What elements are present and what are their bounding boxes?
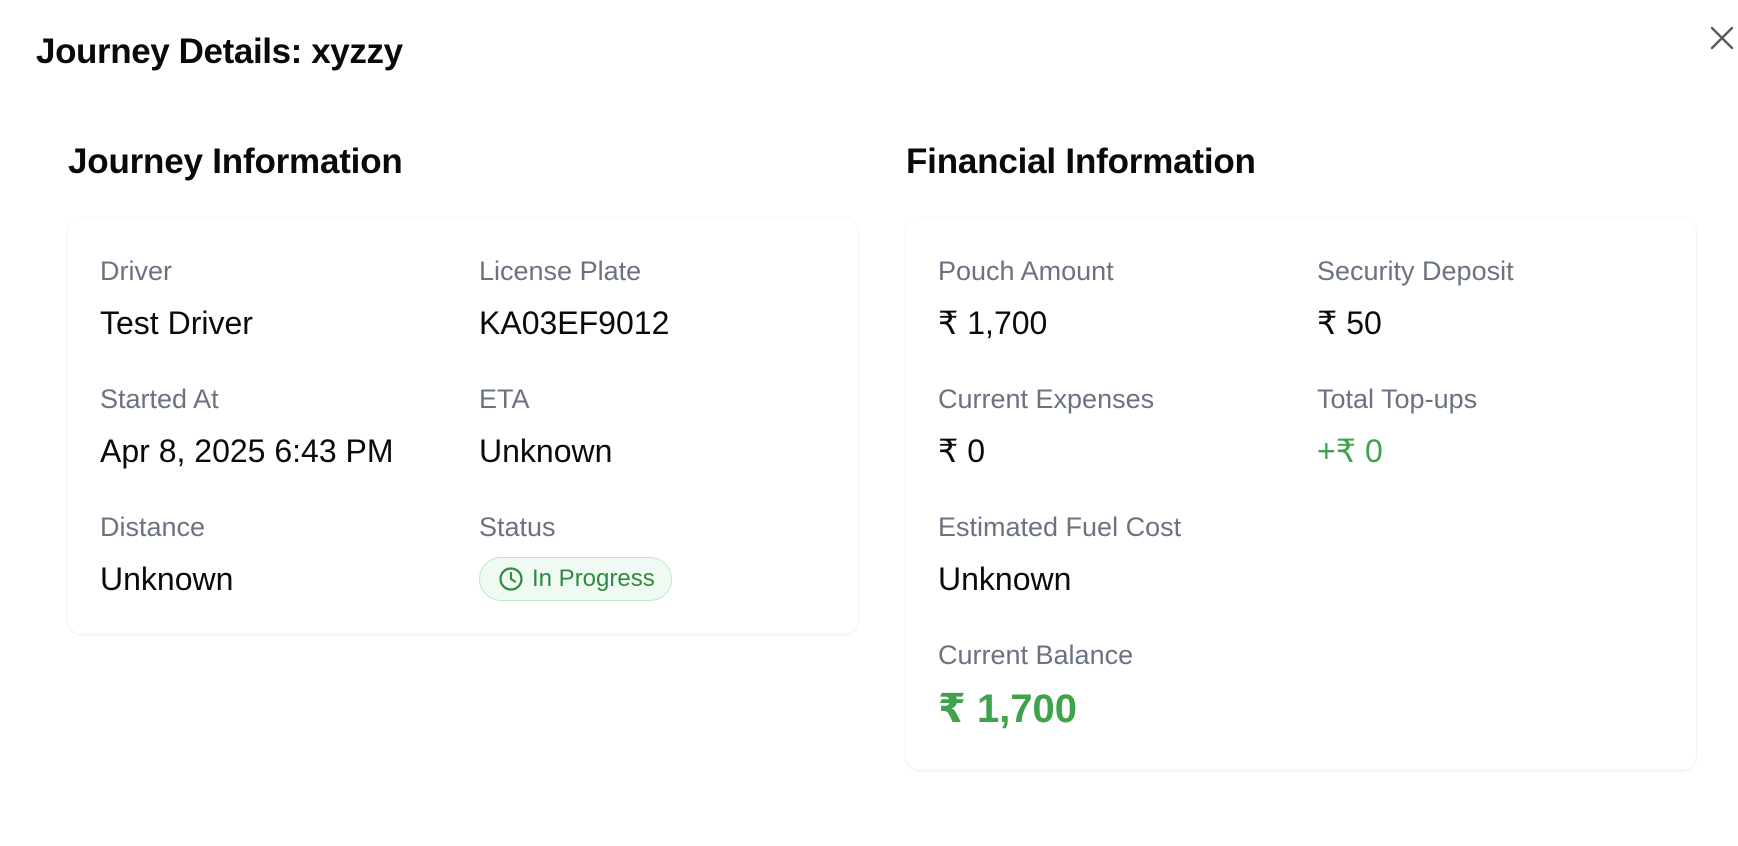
license-plate-label: License Plate: [479, 256, 642, 286]
journey-section-title: Journey Information: [68, 142, 403, 181]
dialog-title: Journey Details: xyzzy: [36, 32, 403, 71]
eta-label: ETA: [479, 384, 530, 414]
security-deposit-value: ₹ 50: [1317, 305, 1382, 341]
fuel-cost-value: Unknown: [938, 561, 1072, 597]
distance-label: Distance: [100, 512, 206, 542]
status-field: Status In Progress: [479, 514, 672, 601]
eta-field: ETA Unknown: [479, 384, 613, 469]
security-deposit-label: Security Deposit: [1317, 256, 1514, 286]
financial-info-card: Pouch Amount ₹ 1,700 Security Deposit ₹ …: [906, 218, 1696, 770]
total-topups-value: +₹ 0: [1317, 433, 1383, 469]
driver-value: Test Driver: [100, 305, 253, 341]
clock-icon: [498, 566, 524, 592]
fuel-cost-label: Estimated Fuel Cost: [938, 512, 1182, 542]
driver-label: Driver: [100, 256, 172, 286]
pouch-amount-value: ₹ 1,700: [938, 305, 1048, 341]
pouch-amount-field: Pouch Amount ₹ 1,700: [938, 256, 1114, 341]
license-plate-value: KA03EF9012: [479, 305, 670, 341]
total-topups-field: Total Top-ups +₹ 0: [1317, 384, 1478, 469]
distance-value: Unknown: [100, 561, 234, 597]
current-balance-field: Current Balance ₹ 1,700: [938, 640, 1134, 731]
finance-section-title: Financial Information: [906, 142, 1256, 181]
started-at-field: Started At Apr 8, 2025 6:43 PM: [100, 384, 394, 469]
close-button[interactable]: [1706, 22, 1738, 54]
eta-value: Unknown: [479, 433, 613, 469]
driver-field: Driver Test Driver: [100, 256, 253, 341]
current-expenses-label: Current Expenses: [938, 384, 1155, 414]
current-balance-label: Current Balance: [938, 640, 1134, 670]
distance-field: Distance Unknown: [100, 512, 234, 597]
journey-details-dialog: Journey Details: xyzzy Journey Informati…: [0, 0, 1738, 846]
license-plate-field: License Plate KA03EF9012: [479, 256, 670, 341]
journey-info-card: Driver Test Driver License Plate KA03EF9…: [68, 218, 858, 634]
current-balance-value: ₹ 1,700: [938, 687, 1078, 731]
current-expenses-value: ₹ 0: [938, 433, 986, 469]
fuel-cost-field: Estimated Fuel Cost Unknown: [938, 512, 1182, 597]
status-label: Status: [479, 512, 556, 542]
status-text: In Progress: [532, 565, 655, 592]
total-topups-label: Total Top-ups: [1317, 384, 1478, 414]
started-at-value: Apr 8, 2025 6:43 PM: [100, 433, 394, 469]
close-icon: [1710, 26, 1734, 50]
current-expenses-field: Current Expenses ₹ 0: [938, 384, 1155, 469]
security-deposit-field: Security Deposit ₹ 50: [1317, 256, 1514, 341]
pouch-amount-label: Pouch Amount: [938, 256, 1114, 286]
status-badge: In Progress: [479, 557, 672, 601]
started-at-label: Started At: [100, 384, 219, 414]
